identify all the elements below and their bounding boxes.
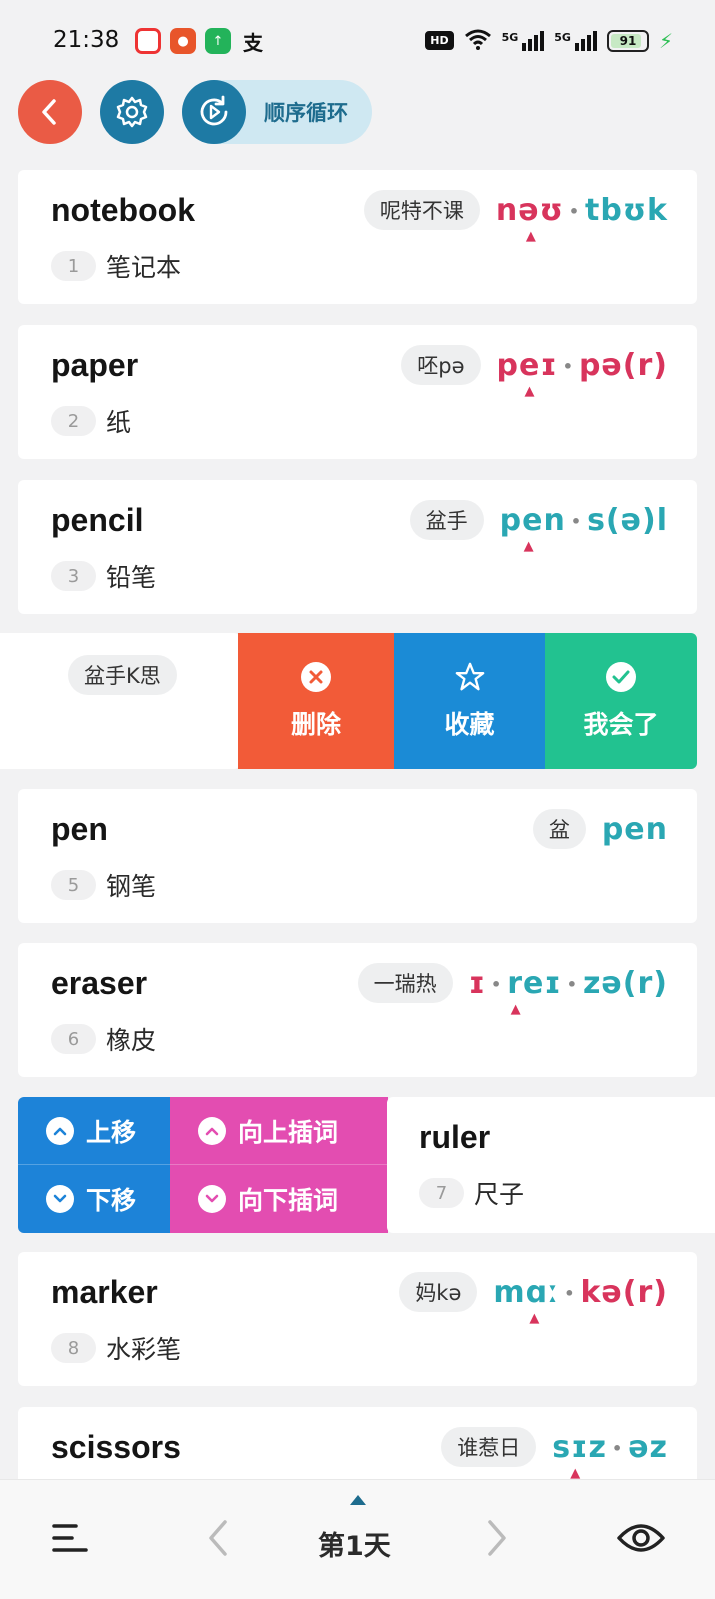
pronunciation-hint: 盆手: [409, 500, 484, 540]
word-index: 6: [51, 1024, 96, 1054]
word-card[interactable]: notebook 1 笔记本 呢特不课 nəʊ • tbʊk ▲: [18, 170, 697, 304]
check-circle-icon: [605, 661, 637, 693]
pronunciation-hint: 呢特不课: [363, 190, 480, 230]
word-index: 8: [51, 1333, 96, 1363]
settings-button[interactable]: [100, 80, 164, 144]
stress-marker-icon: ▲: [523, 538, 535, 554]
gear-icon: [116, 96, 148, 128]
delete-button[interactable]: 删除: [238, 633, 394, 769]
phonetic[interactable]: pen • s(ə)l ▲: [500, 503, 668, 554]
stress-marker-icon: ▲: [525, 228, 537, 244]
word-card[interactable]: pen 5 钢笔 盆 pen: [18, 789, 697, 923]
play-order-label: 顺序循环: [264, 101, 348, 125]
chevron-down-icon: [198, 1185, 226, 1213]
word-text: marker: [51, 1274, 158, 1310]
app-notification-icon: ●: [170, 28, 196, 54]
battery-icon: 91: [606, 29, 649, 52]
phonetic[interactable]: ɪ • reɪ • zə(r) ▲: [469, 966, 668, 1017]
stress-marker-icon: ▲: [529, 1310, 541, 1326]
pronunciation-hint: 呸pə: [401, 345, 481, 385]
phonetic[interactable]: sɪz • əz ▲: [552, 1430, 668, 1481]
word-card[interactable]: pencil 3 铅笔 盆手 pen • s(ə)l ▲: [18, 480, 697, 614]
day-selector[interactable]: 第1天: [318, 1524, 391, 1563]
previous-day-button[interactable]: [205, 1518, 231, 1562]
play-order-button[interactable]: 顺序循环: [182, 80, 372, 144]
phonetic[interactable]: nəʊ • tbʊk ▲: [496, 193, 668, 244]
word-meaning: 铅笔: [106, 563, 157, 592]
swiped-word-row: 盆手K思 删除 收藏 我会了: [0, 633, 697, 769]
word-meaning: 橡皮: [106, 1026, 157, 1055]
word-index: 7: [419, 1178, 464, 1208]
favorite-button[interactable]: 收藏: [394, 633, 545, 769]
day-selector-caret-icon: [350, 1495, 366, 1505]
move-down-button[interactable]: 下移: [18, 1165, 170, 1233]
stress-marker-icon: ▲: [510, 1001, 522, 1017]
insert-above-button[interactable]: 向上插词: [170, 1097, 388, 1165]
app-notification-icon: [135, 28, 161, 54]
app-notification-icon: 支: [243, 30, 263, 55]
bottom-navigation: 第1天: [0, 1479, 715, 1599]
upload-icon: ↑: [205, 28, 231, 54]
signal-icon: 5G: [502, 30, 545, 51]
word-card[interactable]: paper 2 纸 呸pə peɪ • pə(r) ▲: [18, 325, 697, 459]
mark-known-button[interactable]: 我会了: [545, 633, 697, 769]
hd-badge: HD: [425, 31, 454, 50]
word-meaning: 水彩笔: [106, 1335, 182, 1364]
star-icon: [454, 661, 486, 693]
word-text: eraser: [51, 965, 148, 1001]
menu-icon[interactable]: [52, 1520, 88, 1556]
pronunciation-hint: 妈kə: [399, 1272, 478, 1312]
status-indicators: HD 5G 5G 91 ⚡: [425, 28, 673, 53]
reorder-word-row: 上移 下移 向上插词 向下插词 ruler 7 尺子: [18, 1097, 715, 1233]
phonetic[interactable]: peɪ • pə(r) ▲: [497, 348, 668, 399]
phonetic[interactable]: mɑː • kə(r) ▲: [493, 1275, 668, 1326]
word-card[interactable]: eraser 6 橡皮 一瑞热 ɪ • reɪ • zə(r) ▲: [18, 943, 697, 1077]
chevron-right-icon: [488, 1520, 506, 1556]
signal-icon: 5G: [554, 30, 597, 51]
pronunciation-hint: 盆: [532, 809, 586, 849]
chevron-down-icon: [46, 1185, 74, 1213]
word-text: pen: [51, 811, 108, 847]
chevron-left-icon: [42, 99, 56, 125]
chevron-left-icon: [209, 1520, 227, 1556]
close-circle-icon: [300, 661, 332, 693]
status-time: 21:38: [53, 27, 120, 53]
pronunciation-hint: 一瑞热: [357, 963, 453, 1003]
charging-icon: ⚡: [658, 28, 673, 53]
status-bar: 21:38 ● ↑ 支 HD 5G 5G 91 ⚡: [0, 0, 715, 84]
chevron-up-icon: [46, 1116, 74, 1145]
next-day-button[interactable]: [484, 1518, 510, 1562]
word-meaning: 钢笔: [106, 872, 157, 901]
word-index: 2: [51, 406, 96, 436]
word-card[interactable]: ruler 7 尺子: [387, 1097, 715, 1233]
phonetic[interactable]: pen: [602, 812, 668, 847]
word-text: pencil: [51, 502, 144, 538]
word-meaning: 纸: [106, 408, 132, 437]
word-meaning: 尺子: [474, 1180, 525, 1209]
word-meaning: 笔记本: [106, 253, 182, 282]
word-index: 1: [51, 251, 96, 281]
stress-marker-icon: ▲: [524, 383, 536, 399]
wifi-icon: [464, 28, 492, 53]
pronunciation-hint: 谁惹日: [441, 1427, 537, 1467]
word-text: notebook: [51, 192, 195, 228]
word-card[interactable]: marker 8 水彩笔 妈kə mɑː • kə(r) ▲: [18, 1252, 697, 1386]
word-text: paper: [51, 347, 139, 383]
pronunciation-hint: 盆手K思: [68, 655, 177, 695]
top-toolbar: 顺序循环: [18, 80, 372, 144]
back-button[interactable]: [18, 80, 82, 144]
eye-icon[interactable]: [616, 1518, 666, 1562]
status-app-icons: ● ↑ 支: [135, 28, 266, 55]
word-text: ruler: [419, 1119, 491, 1155]
move-up-button[interactable]: 上移: [18, 1097, 170, 1165]
chevron-up-icon: [198, 1116, 226, 1145]
word-index: 3: [51, 561, 96, 591]
insert-below-button[interactable]: 向下插词: [170, 1165, 388, 1233]
word-index: 5: [51, 870, 96, 900]
word-card[interactable]: 盆手K思: [0, 633, 240, 769]
loop-play-icon: [182, 80, 246, 144]
word-text: scissors: [51, 1429, 181, 1465]
